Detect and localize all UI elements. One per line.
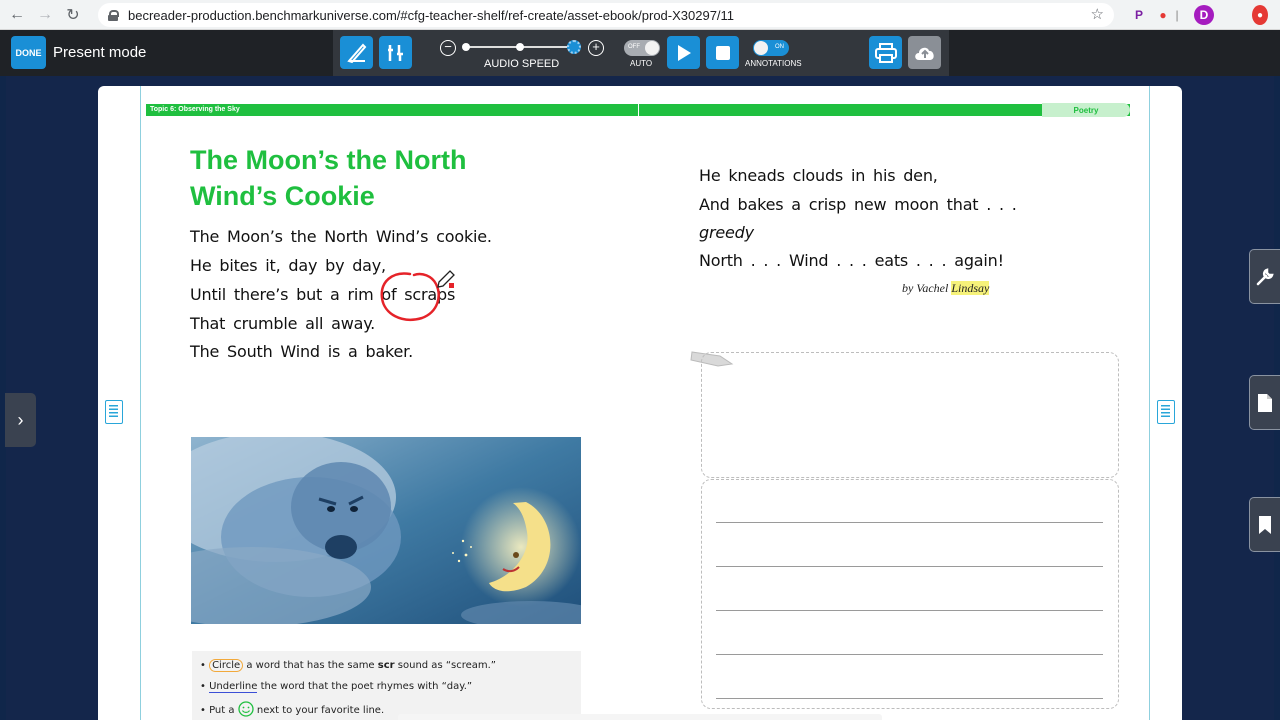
annotations-label: ANNOTATIONS [745,59,802,68]
topic-label: Topic 6: Observing the Sky [150,106,240,113]
forward-arrow-icon[interactable]: → [34,4,56,26]
poem-line: He bites it, day by day, [190,256,386,275]
poem-line: He kneads clouds in his den, [699,166,938,185]
speed-tick [462,43,470,51]
update-icon[interactable]: ● [1252,5,1268,25]
instruction-text: the word that the poet rhymes with “day.… [260,681,473,692]
lock-icon [108,9,119,21]
stop-button[interactable] [706,36,739,69]
poem-title-line: The Moon’s the North [190,145,467,175]
tools-button[interactable] [379,36,412,69]
extension-icon[interactable]: P [1130,5,1148,25]
printer-icon [874,42,897,63]
instructions-box: • Circle a word that has the same scr so… [192,651,581,720]
poem-line: North . . . Wind . . . eats . . . again! [699,251,1004,270]
poem-byline: by Vachel Lindsay [902,281,990,296]
speed-tick [516,43,524,51]
poem-title: The Moon’s the North Wind’s Cookie [190,142,466,214]
audio-speed-label: AUDIO SPEED [484,58,560,70]
reload-icon[interactable]: ↻ [62,4,84,26]
poem-line: greedy [699,223,754,242]
speed-slider-handle[interactable] [567,40,581,54]
bookmark-star-icon[interactable]: ☆ [1091,5,1104,23]
instruction-text: sound as “scream.” [397,660,496,671]
bookmark-side-button[interactable] [1249,497,1280,552]
speed-increase-button[interactable]: + [588,40,604,56]
chevron-right-icon: › [17,409,24,430]
document-icon [1258,393,1272,412]
underline-word: Underline [209,681,258,693]
play-icon [677,44,691,61]
print-button[interactable] [869,36,902,69]
extension-icon[interactable]: ● [1154,5,1172,25]
annotations-toggle[interactable]: ON [753,40,789,56]
wrench-icon [1256,267,1274,285]
poem-title-line: Wind’s Cookie [190,181,375,211]
speed-decrease-button[interactable]: − [440,40,456,56]
instruction-text: Put a [209,705,235,716]
instruction-text: next to your favorite line. [256,705,385,716]
writing-line [716,566,1103,567]
tools-icon [387,44,403,61]
instruction-underline: • Underline the word that the poet rhyme… [200,681,473,693]
pages-side-button[interactable] [1249,375,1280,430]
url-text: becreader-production.benchmarkuniverse.c… [128,7,735,23]
byline-highlight: Lindsay [951,281,990,295]
profile-avatar[interactable]: D [1194,5,1214,25]
auto-toggle[interactable]: OFF [624,40,660,56]
drawing-answer-box[interactable] [701,352,1119,478]
annotations-toggle-state: ON [775,44,784,50]
poem-line: That crumble all away. [190,314,376,333]
back-arrow-icon[interactable]: ← [6,4,28,26]
separator-icon: | [1175,8,1179,22]
previous-page-button[interactable]: › [5,393,36,447]
writing-answer-box[interactable] [701,479,1119,709]
topic-divider [638,104,639,116]
toggle-knob [645,41,659,55]
browser-chrome: ← → ↻ becreader-production.benchmarkuniv… [0,0,1280,30]
poem-line: The South Wind is a baker. [190,342,413,361]
smiley-icon [238,701,254,717]
annotate-tool-button[interactable] [340,36,373,69]
stop-icon [715,45,730,60]
cloud-upload-icon [914,47,934,60]
page-notes-icon[interactable] [105,400,123,424]
tools-side-button[interactable] [1249,249,1280,304]
poem-line: The Moon’s the North Wind’s cookie. [190,227,492,246]
writing-line [716,522,1103,523]
address-bar[interactable]: becreader-production.benchmarkuniverse.c… [98,3,1114,27]
bottom-panel-handle[interactable] [398,714,882,720]
pencil-cursor-icon [437,270,455,288]
bookmark-icon [1259,515,1271,534]
writing-line [716,610,1103,611]
instruction-text: a word that has the same [246,660,375,671]
circle-word: Circle [209,659,244,672]
upload-button[interactable] [908,36,941,69]
writing-line [716,654,1103,655]
poem-line: And bakes a crisp new moon that . . . [699,195,1017,214]
page-notes-icon[interactable] [1157,400,1175,424]
play-button[interactable] [667,36,700,69]
instruction-smiley: • Put a next to your favorite line. [200,701,384,717]
section-tab: Poetry [1042,103,1130,117]
byline-prefix: by Vachel [902,281,949,295]
pen-icon [346,43,366,63]
instruction-circle: • Circle a word that has the same scr so… [200,659,496,672]
done-button[interactable]: DONE [11,36,46,69]
toggle-knob [754,41,768,55]
north-wind-moon-illustration [191,437,581,624]
writing-line [716,698,1103,699]
instruction-bold: scr [377,660,395,671]
mode-label: Present mode [53,44,147,61]
auto-toggle-state: OFF [628,44,640,50]
auto-label: AUTO [630,59,653,68]
